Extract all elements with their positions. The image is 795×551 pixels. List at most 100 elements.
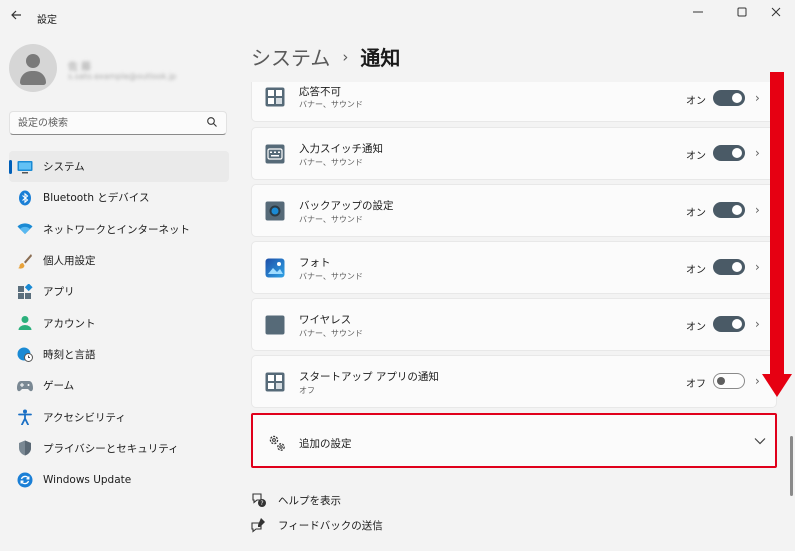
additional-settings-title: 追加の設定 xyxy=(299,438,352,450)
sidebar-item-system[interactable]: システム xyxy=(9,151,229,183)
notification-toggle[interactable] xyxy=(713,145,745,161)
notification-row-backup[interactable]: バックアップの設定 バナー、サウンド オン › xyxy=(251,184,777,237)
brush-icon xyxy=(17,253,33,269)
sidebar-item-label: アクセシビリティ xyxy=(43,411,126,424)
notification-toggle[interactable] xyxy=(713,202,745,218)
notification-subtitle: バナー、サウンド xyxy=(299,329,363,338)
apps-icon xyxy=(17,283,33,300)
active-indicator xyxy=(9,160,12,174)
sidebar-item-apps[interactable]: アプリ xyxy=(9,276,229,307)
sidebar-item-accessibility[interactable]: アクセシビリティ xyxy=(9,401,229,432)
notification-toggle[interactable] xyxy=(713,316,745,332)
gamepad-icon xyxy=(17,378,33,394)
chevron-right-icon[interactable]: › xyxy=(755,374,760,388)
toggle-state-label: オン xyxy=(686,96,706,107)
scroll-down-annotation-arrow xyxy=(762,72,792,397)
sidebar-item-gaming[interactable]: ゲーム xyxy=(9,370,229,401)
photos-icon xyxy=(265,258,285,278)
svg-text:?: ? xyxy=(260,500,263,507)
chevron-right-icon[interactable]: › xyxy=(755,146,760,160)
back-arrow-icon[interactable] xyxy=(8,9,24,25)
notification-title: ワイヤレス xyxy=(299,314,352,326)
user-email: s.sato.example@outlook.jp xyxy=(68,72,177,81)
windows-update-icon xyxy=(17,472,33,488)
gears-icon xyxy=(269,435,285,451)
keyboard-icon xyxy=(265,144,285,164)
toggle-state-label: オン xyxy=(686,265,706,276)
notification-row-startup-apps[interactable]: スタートアップ アプリの通知 オフ オフ › xyxy=(251,355,777,408)
notification-subtitle: バナー、サウンド xyxy=(299,100,363,109)
sidebar-item-label: Bluetooth とデバイス xyxy=(43,192,150,205)
feedback-icon xyxy=(251,518,265,533)
notification-title: 応答不可 xyxy=(299,86,341,98)
sidebar-item-network[interactable]: ネットワークとインターネット xyxy=(9,214,229,245)
accessibility-icon xyxy=(17,409,33,426)
user-name: 佐 藤 xyxy=(68,62,92,73)
wireless-icon xyxy=(265,315,285,335)
backup-icon xyxy=(265,201,285,221)
account-icon xyxy=(17,315,33,331)
breadcrumb-separator: › xyxy=(342,47,349,66)
scrollbar-thumb[interactable] xyxy=(790,436,793,496)
globe-clock-icon xyxy=(17,346,33,363)
app-grid-icon xyxy=(265,87,285,107)
notification-row-input-switch[interactable]: 入力スイッチ通知 バナー、サウンド オン › xyxy=(251,127,777,180)
title-bar: 設定 xyxy=(0,0,795,36)
wifi-icon xyxy=(17,221,33,237)
sidebar-item-personalization[interactable]: 個人用設定 xyxy=(9,245,229,276)
additional-settings-row[interactable]: 追加の設定 xyxy=(251,413,777,468)
sidebar-item-label: ネットワークとインターネット xyxy=(43,223,190,236)
avatar[interactable] xyxy=(9,44,57,92)
notification-title: スタートアップ アプリの通知 xyxy=(299,371,439,383)
notification-row-wireless[interactable]: ワイヤレス バナー、サウンド オン › xyxy=(251,298,777,351)
sidebar-item-time-language[interactable]: 時刻と言語 xyxy=(9,339,229,370)
app-title: 設定 xyxy=(37,15,57,26)
minimize-icon[interactable] xyxy=(678,2,718,26)
help-link-label: ヘルプを表示 xyxy=(278,494,341,507)
chevron-right-icon[interactable]: › xyxy=(755,317,760,331)
notification-toggle[interactable] xyxy=(713,90,745,106)
page-title: 通知 xyxy=(360,46,401,70)
sidebar-item-label: ゲーム xyxy=(43,380,75,393)
notification-title: 入力スイッチ通知 xyxy=(299,143,383,155)
sidebar-item-windows-update[interactable]: Windows Update xyxy=(9,464,229,495)
search-input[interactable] xyxy=(18,115,198,131)
sidebar-item-privacy[interactable]: プライバシーとセキュリティ xyxy=(9,433,229,464)
chevron-right-icon[interactable]: › xyxy=(755,203,760,217)
chevron-right-icon[interactable]: › xyxy=(755,91,760,105)
notification-row-do-not-disturb[interactable]: 応答不可 バナー、サウンド オン › xyxy=(251,82,777,122)
notification-subtitle: オフ xyxy=(299,386,315,395)
sidebar-item-label: システム xyxy=(43,161,85,174)
sidebar-item-label: アカウント xyxy=(43,317,96,330)
search-icon[interactable] xyxy=(206,116,218,128)
help-link[interactable]: ? ヘルプを表示 xyxy=(251,492,341,508)
sidebar-item-label: 個人用設定 xyxy=(43,255,96,268)
notification-toggle[interactable] xyxy=(713,259,745,275)
help-icon: ? xyxy=(252,493,266,507)
chevron-down-icon[interactable] xyxy=(754,434,766,448)
system-icon xyxy=(17,159,33,175)
notification-toggle[interactable] xyxy=(713,373,745,389)
search-box[interactable] xyxy=(9,111,227,135)
sidebar-item-label: 時刻と言語 xyxy=(43,348,96,361)
notification-title: バックアップの設定 xyxy=(299,200,394,212)
breadcrumb-parent[interactable]: システム xyxy=(251,42,330,71)
sidebar-item-label: アプリ xyxy=(43,286,75,299)
shield-icon xyxy=(17,440,33,456)
sidebar-nav: システム Bluetooth とデバイス ネットワークとインターネット 個人用設… xyxy=(9,151,229,495)
app-grid-icon xyxy=(265,372,285,392)
chevron-right-icon[interactable]: › xyxy=(755,260,760,274)
close-icon[interactable] xyxy=(756,2,795,26)
breadcrumb: システム › 通知 xyxy=(251,42,400,71)
bluetooth-icon xyxy=(17,190,33,206)
notification-subtitle: バナー、サウンド xyxy=(299,158,363,167)
sidebar-item-accounts[interactable]: アカウント xyxy=(9,307,229,338)
feedback-link-label: フィードバックの送信 xyxy=(278,519,383,532)
notification-subtitle: バナー、サウンド xyxy=(299,272,363,281)
feedback-link[interactable]: フィードバックの送信 xyxy=(251,517,383,533)
notification-title: フォト xyxy=(299,257,331,269)
toggle-state-label: オン xyxy=(686,208,706,219)
notification-row-photos[interactable]: フォト バナー、サウンド オン › xyxy=(251,241,777,294)
toggle-state-label: オン xyxy=(686,322,706,333)
sidebar-item-bluetooth[interactable]: Bluetooth とデバイス xyxy=(9,182,229,213)
